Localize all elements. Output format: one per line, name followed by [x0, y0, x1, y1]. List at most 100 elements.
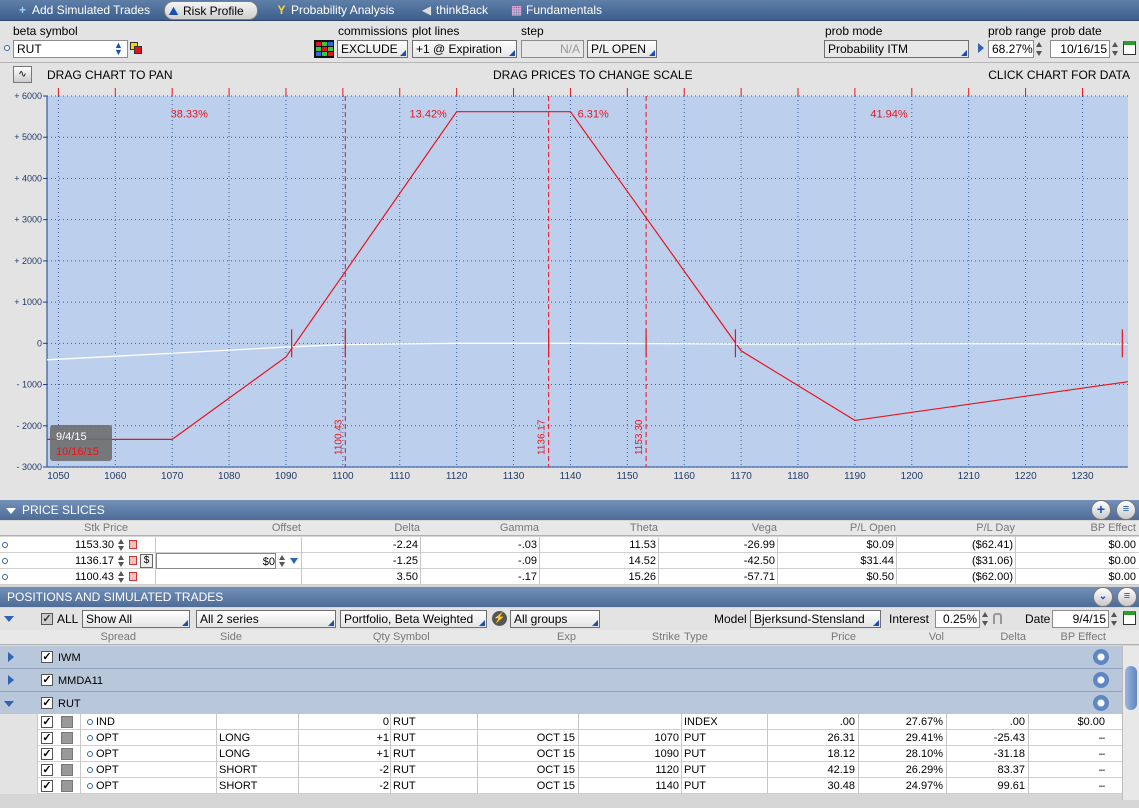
- slice-dot-icon[interactable]: [2, 542, 8, 548]
- collapse-arrow-icon[interactable]: [4, 701, 14, 707]
- row-color-swatch[interactable]: [61, 716, 73, 728]
- positions-scrollbar[interactable]: [1122, 646, 1139, 800]
- position-row[interactable]: ✓ OPT LONG +1 RUT OCT 15 1090 PUT 18.12 28.10% -31…: [0, 746, 1122, 762]
- color-grid-icon[interactable]: [314, 40, 334, 58]
- slice-menu-button[interactable]: ≡: [1116, 500, 1136, 520]
- prob-range-stepper[interactable]: [1035, 40, 1044, 58]
- commissions-select[interactable]: EXCLUDE: [337, 40, 408, 58]
- price-slice-row[interactable]: 1100.43 3.50 -.17 15.26 -57.71 $0.50 ($62.00) $…: [0, 569, 1139, 585]
- position-row[interactable]: ✓ IND 0 RUT INDEX .00 27.67% .00 $0.00: [0, 714, 1122, 730]
- calendar-icon[interactable]: [1123, 41, 1136, 55]
- expand-arrow-icon[interactable]: [8, 675, 14, 685]
- slice-offset[interactable]: $0: [156, 553, 276, 569]
- lock-icon[interactable]: [993, 613, 1002, 624]
- slice-price-stepper[interactable]: [117, 553, 126, 569]
- add-slice-button[interactable]: +: [1091, 500, 1111, 520]
- row-color-swatch[interactable]: [61, 748, 73, 760]
- positions-header[interactable]: POSITIONS AND SIMULATED TRADES ⌄ ≡: [0, 587, 1139, 607]
- show-select[interactable]: Show All: [82, 610, 190, 628]
- step-input[interactable]: N/A: [521, 40, 584, 58]
- symbol-dropdown-icon[interactable]: ▲ ▼: [114, 41, 126, 57]
- play-icon[interactable]: [978, 43, 984, 53]
- portfolio-select[interactable]: Portfolio, Beta Weighted: [340, 610, 487, 628]
- tab-add-simulated-trades[interactable]: + Add Simulated Trades: [14, 1, 150, 20]
- slice-price[interactable]: 1153.30: [30, 537, 114, 553]
- row-dot-icon[interactable]: [87, 783, 93, 789]
- model-select[interactable]: Bjerksund-Stensland: [750, 610, 881, 628]
- row-dot-icon[interactable]: [87, 767, 93, 773]
- gear-icon[interactable]: [1093, 672, 1109, 688]
- position-row[interactable]: ✓ OPT LONG +1 RUT OCT 15 1070 PUT 26.31 29.41% -25…: [0, 730, 1122, 746]
- position-row[interactable]: ✓ OPT SHORT -2 RUT OCT 15 1140 PUT 30.48 24.97% 99…: [0, 778, 1122, 794]
- prob-date-stepper[interactable]: [1111, 40, 1120, 58]
- calendar-icon[interactable]: [1123, 611, 1136, 625]
- gear-icon[interactable]: [1093, 649, 1109, 665]
- gear-icon[interactable]: [1093, 695, 1109, 711]
- row-color-swatch[interactable]: [61, 764, 73, 776]
- tab-fundamentals[interactable]: ▦ Fundamentals: [508, 1, 602, 20]
- pl-mode-select[interactable]: P/L OPEN: [587, 40, 657, 58]
- group-checkbox[interactable]: ✓: [41, 674, 53, 686]
- position-group-iwm[interactable]: ✓ IWM: [0, 646, 1122, 669]
- scrollbar-thumb[interactable]: [1125, 666, 1137, 710]
- chart-type-icon[interactable]: ∿: [13, 66, 32, 83]
- position-row[interactable]: ✓ OPT SHORT -2 RUT OCT 15 1120 PUT 42.19 26.29% 83…: [0, 762, 1122, 778]
- lock-icon[interactable]: [129, 556, 137, 565]
- col-pl-open: P/L Open: [849, 522, 896, 534]
- dollar-icon[interactable]: $: [140, 554, 153, 568]
- collapse-icon[interactable]: [4, 616, 14, 622]
- row-dot-icon[interactable]: [87, 735, 93, 741]
- slice-price-stepper[interactable]: [117, 569, 126, 585]
- price-slice-row[interactable]: 1153.30 -2.24 -.03 11.53 -26.99 $0.09 ($62.41)…: [0, 537, 1139, 553]
- prob-mode-select[interactable]: Probability ITM: [824, 40, 969, 58]
- tab-thinkback[interactable]: ◀ thinkBack: [418, 1, 488, 20]
- position-group-mmda11[interactable]: ✓ MMDA11: [0, 669, 1122, 692]
- slice-dot-icon[interactable]: [2, 558, 8, 564]
- row-dot-icon[interactable]: [87, 751, 93, 757]
- row-color-swatch[interactable]: [61, 780, 73, 792]
- slice-price[interactable]: 1136.17: [30, 553, 114, 569]
- risk-profile-chart[interactable]: 1050 1060 1070 1080 1090 1100 1110 1120 1130 1140…: [0, 84, 1139, 500]
- series-select[interactable]: All 2 series: [196, 610, 336, 628]
- row-checkbox[interactable]: ✓: [41, 748, 53, 760]
- group-checkbox[interactable]: ✓: [41, 697, 53, 709]
- offset-stepper[interactable]: [278, 553, 287, 569]
- prob-range-input[interactable]: 68.27%: [988, 40, 1034, 58]
- collapse-arrow-icon[interactable]: [6, 508, 16, 514]
- lock-icon[interactable]: [129, 540, 137, 549]
- row-checkbox[interactable]: ✓: [41, 732, 53, 744]
- positions-menu-button[interactable]: ≡: [1117, 587, 1137, 607]
- date-input[interactable]: 9/4/15: [1052, 610, 1109, 628]
- collapse-all-button[interactable]: ⌄: [1093, 587, 1113, 607]
- slice-price-stepper[interactable]: [117, 537, 126, 553]
- symbol-color-icon[interactable]: [130, 42, 143, 55]
- beta-symbol-input[interactable]: RUT: [13, 40, 128, 58]
- row-color-swatch[interactable]: [61, 732, 73, 744]
- interest-input[interactable]: 0.25%: [935, 610, 980, 628]
- price-slice-row[interactable]: 1136.17 $ $0 -1.25 -.09 14.52 -42.50 $31.44 ($31…: [0, 553, 1139, 569]
- slice-dot-icon[interactable]: [2, 574, 8, 580]
- tab-risk-profile[interactable]: ⛰ Risk Profile: [164, 1, 258, 20]
- row-checkbox[interactable]: ✓: [41, 716, 53, 728]
- x-tick-label: 1160: [673, 471, 695, 482]
- all-checkbox[interactable]: ✓: [41, 613, 53, 625]
- lightning-icon[interactable]: ⚡: [492, 611, 507, 626]
- slice-price[interactable]: 1100.43: [30, 569, 114, 585]
- plot-lines-select[interactable]: +1 @ Expiration: [412, 40, 517, 58]
- row-checkbox[interactable]: ✓: [41, 764, 53, 776]
- row-dot-icon[interactable]: [87, 719, 93, 725]
- y-tick-label: 0: [37, 338, 42, 348]
- group-checkbox[interactable]: ✓: [41, 651, 53, 663]
- row-checkbox[interactable]: ✓: [41, 780, 53, 792]
- price-slices-header[interactable]: PRICE SLICES + ≡: [0, 500, 1139, 520]
- offset-dropdown-icon[interactable]: [290, 558, 298, 564]
- tab-probability-analysis[interactable]: Y Probability Analysis: [273, 1, 394, 20]
- date-stepper[interactable]: [1110, 610, 1119, 628]
- lock-icon[interactable]: [129, 572, 137, 581]
- position-group-rut[interactable]: ✓ RUT: [0, 692, 1122, 715]
- expand-arrow-icon[interactable]: [8, 652, 14, 662]
- interest-stepper[interactable]: [981, 610, 990, 628]
- groups-select[interactable]: All groups: [510, 610, 600, 628]
- link-dot-icon[interactable]: [4, 45, 10, 51]
- prob-date-input[interactable]: 10/16/15: [1050, 40, 1110, 58]
